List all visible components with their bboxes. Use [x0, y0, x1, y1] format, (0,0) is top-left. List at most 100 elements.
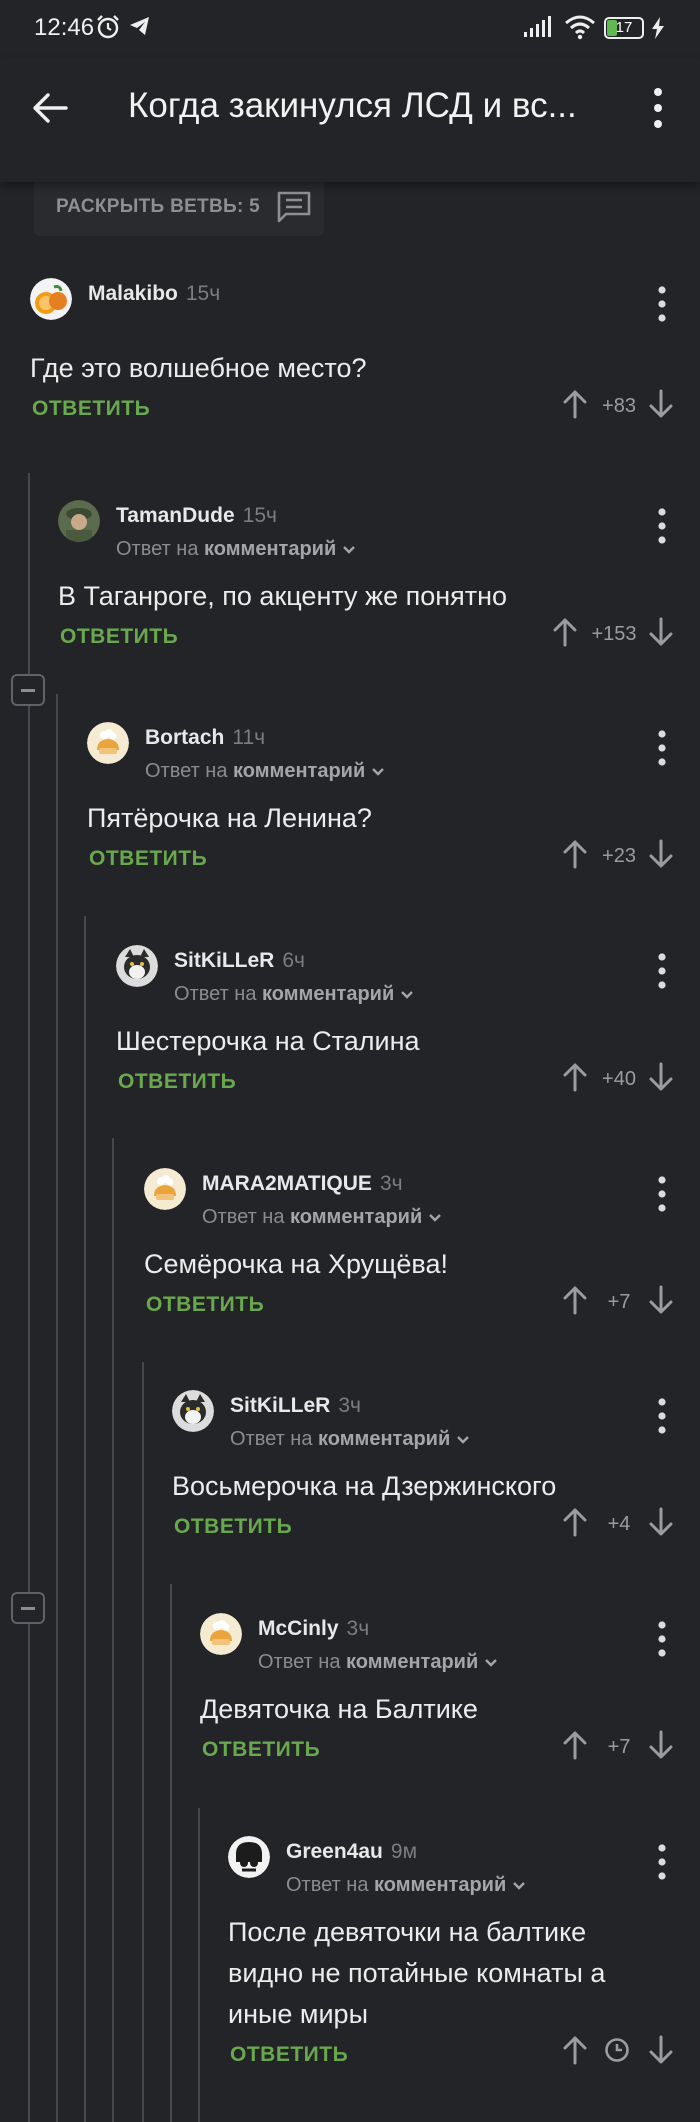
- chevron-down-icon[interactable]: [342, 545, 356, 555]
- reply-button[interactable]: ОТВЕТИТЬ: [202, 1738, 320, 1762]
- avatar[interactable]: [30, 278, 72, 320]
- reply-target[interactable]: комментарий: [262, 983, 394, 1005]
- comment-text: Пятёрочка на Ленина?: [87, 803, 372, 833]
- reply-target[interactable]: комментарий: [318, 1428, 450, 1450]
- more-options-icon[interactable]: [648, 86, 668, 130]
- avatar[interactable]: [200, 1613, 242, 1655]
- comment-score: +7: [607, 1291, 631, 1313]
- upvote-icon[interactable]: [562, 1062, 588, 1097]
- upvote-icon[interactable]: [562, 839, 588, 874]
- reply-to-info[interactable]: Ответ на комментарий: [230, 1428, 470, 1451]
- comment-score: +4: [607, 1513, 631, 1535]
- reply-to-info[interactable]: Ответ на комментарий: [286, 1874, 526, 1897]
- username-text[interactable]: SitKiLLeR: [230, 1394, 330, 1417]
- reply-button[interactable]: ОТВЕТИТЬ: [146, 1293, 264, 1317]
- reply-to-info[interactable]: Ответ на комментарий: [145, 760, 385, 783]
- username[interactable]: McCinly 3ч: [258, 1617, 369, 1641]
- comment-score: +83: [602, 395, 636, 417]
- back-arrow-icon[interactable]: [30, 88, 70, 128]
- avatar[interactable]: [116, 945, 158, 987]
- comment-time: 3ч: [379, 1172, 403, 1195]
- reply-target[interactable]: комментарий: [233, 760, 365, 782]
- chevron-down-icon[interactable]: [371, 767, 385, 777]
- downvote-icon[interactable]: [648, 1285, 674, 1320]
- reply-button[interactable]: ОТВЕТИТЬ: [118, 1070, 236, 1094]
- upvote-icon[interactable]: [552, 617, 578, 652]
- chevron-down-icon[interactable]: [428, 1213, 442, 1223]
- comment-menu-icon[interactable]: [658, 508, 666, 544]
- avatar[interactable]: [172, 1390, 214, 1432]
- avatar[interactable]: [87, 722, 129, 764]
- username-text[interactable]: Bortach: [145, 726, 224, 749]
- comment-menu-icon[interactable]: [658, 1398, 666, 1434]
- avatar[interactable]: [58, 500, 100, 542]
- comment-menu-icon[interactable]: [658, 1621, 666, 1657]
- downvote-icon[interactable]: [648, 2035, 674, 2070]
- reply-to-info[interactable]: Ответ на комментарий: [174, 983, 414, 1006]
- reply-button[interactable]: ОТВЕТИТЬ: [89, 847, 207, 871]
- username-text[interactable]: McCinly: [258, 1617, 339, 1640]
- comment-time: 6ч: [282, 949, 305, 972]
- username[interactable]: SitKiLLeR 6ч: [174, 949, 305, 973]
- downvote-icon[interactable]: [648, 1507, 674, 1542]
- reply-button[interactable]: ОТВЕТИТЬ: [174, 1515, 292, 1539]
- username-text[interactable]: MARA2MATIQUE: [202, 1172, 372, 1195]
- comment-text: Шестерочка на Сталина: [116, 1026, 420, 1056]
- collapse-thread-button[interactable]: [11, 674, 45, 706]
- reply-target[interactable]: комментарий: [374, 1874, 506, 1896]
- chevron-down-icon[interactable]: [484, 1658, 498, 1668]
- comment-menu-icon[interactable]: [658, 1176, 666, 1212]
- username[interactable]: Malakibo 15ч: [88, 282, 220, 306]
- reply-to-info[interactable]: Ответ на комментарий: [202, 1206, 442, 1229]
- battery-level: 17: [615, 19, 633, 36]
- reply-to-info[interactable]: Ответ на комментарий: [258, 1651, 498, 1674]
- downvote-icon[interactable]: [648, 389, 674, 424]
- username[interactable]: MARA2MATIQUE 3ч: [202, 1172, 403, 1196]
- comment-time: 9м: [390, 1840, 418, 1863]
- username-text[interactable]: TamanDude: [116, 504, 235, 527]
- username-text[interactable]: Malakibo: [88, 282, 178, 305]
- reply-button[interactable]: ОТВЕТИТЬ: [32, 397, 150, 421]
- reply-button[interactable]: ОТВЕТИТЬ: [60, 625, 178, 649]
- username[interactable]: Bortach 11ч: [145, 726, 265, 750]
- reply-button[interactable]: ОТВЕТИТЬ: [230, 2043, 348, 2067]
- chevron-down-icon[interactable]: [400, 990, 414, 1000]
- avatar[interactable]: [228, 1836, 270, 1878]
- comment-text: Где это волшебное место?: [30, 353, 367, 383]
- page-title: Когда закинулся ЛСД и вс...: [128, 86, 577, 125]
- reply-target[interactable]: комментарий: [346, 1651, 478, 1673]
- reply-prefix: Ответ на: [145, 760, 228, 782]
- comment-menu-icon[interactable]: [658, 1844, 666, 1880]
- comment-menu-icon[interactable]: [658, 286, 666, 322]
- upvote-icon[interactable]: [562, 1285, 588, 1320]
- downvote-icon[interactable]: [648, 617, 674, 652]
- upvote-icon[interactable]: [562, 1507, 588, 1542]
- downvote-icon[interactable]: [648, 1730, 674, 1765]
- comment-menu-icon[interactable]: [658, 953, 666, 989]
- username[interactable]: Green4au 9м: [286, 1840, 417, 1864]
- thread-line: [56, 694, 58, 2122]
- username[interactable]: TamanDude 15ч: [116, 504, 277, 528]
- upvote-icon[interactable]: [562, 2035, 588, 2070]
- chevron-down-icon[interactable]: [512, 1881, 526, 1891]
- downvote-icon[interactable]: [648, 839, 674, 874]
- comment-score: +7: [607, 1736, 631, 1758]
- downvote-icon[interactable]: [648, 1062, 674, 1097]
- expand-branch-button[interactable]: РАСКРЫТЬ ВЕТВЬ: 5: [34, 176, 324, 236]
- avatar[interactable]: [144, 1168, 186, 1210]
- chevron-down-icon[interactable]: [456, 1435, 470, 1445]
- comment-icon: [277, 191, 311, 223]
- reply-target[interactable]: комментарий: [204, 538, 336, 560]
- battery-icon: 17: [604, 17, 644, 39]
- collapse-thread-button[interactable]: [11, 1592, 45, 1624]
- upvote-icon[interactable]: [562, 389, 588, 424]
- username-text[interactable]: SitKiLLeR: [174, 949, 274, 972]
- expand-branch-label: РАСКРЫТЬ ВЕТВЬ: 5: [56, 196, 261, 217]
- reply-target[interactable]: комментарий: [290, 1206, 422, 1228]
- upvote-icon[interactable]: [562, 1730, 588, 1765]
- charging-icon: [652, 17, 664, 39]
- comment-menu-icon[interactable]: [658, 730, 666, 766]
- reply-to-info[interactable]: Ответ на комментарий: [116, 538, 356, 561]
- username-text[interactable]: Green4au: [286, 1840, 383, 1863]
- username[interactable]: SitKiLLeR 3ч: [230, 1394, 361, 1418]
